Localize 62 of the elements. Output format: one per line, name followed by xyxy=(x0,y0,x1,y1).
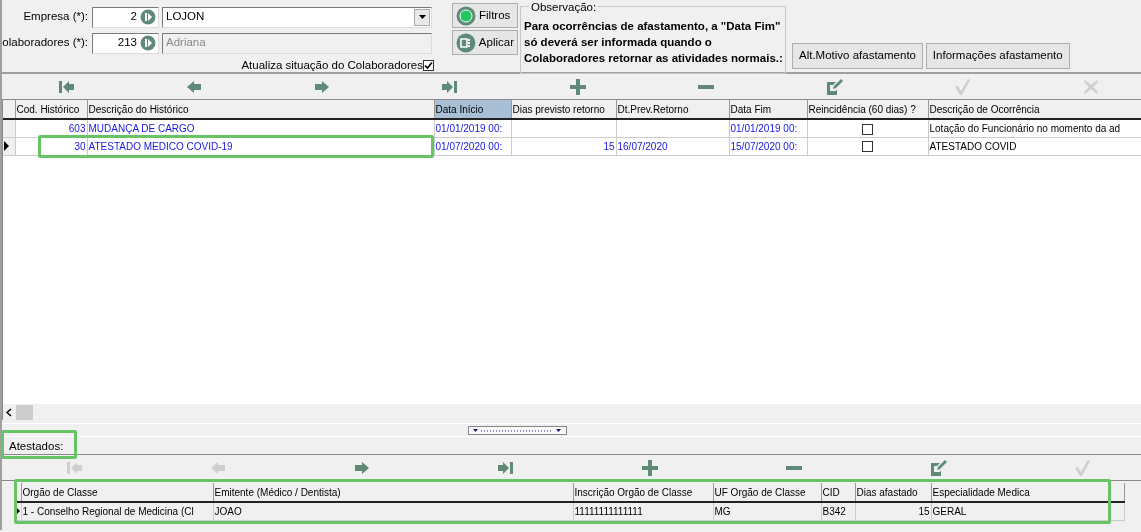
section-title: Atestados: xyxy=(9,439,64,452)
column-header[interactable]: Especialidade Medica xyxy=(931,483,1124,502)
table-cell: B342 xyxy=(821,502,855,520)
table-cell: 30 xyxy=(15,137,87,155)
table-cell: 15/07/2020 00: xyxy=(729,137,807,155)
column-header[interactable]: Emitente (Médico / Dentista) xyxy=(213,483,573,502)
column-header[interactable]: Cod. Histórico xyxy=(15,100,87,119)
checkbox[interactable] xyxy=(862,123,873,135)
column-header[interactable]: CID xyxy=(821,483,855,502)
checkbox[interactable] xyxy=(862,141,873,153)
apply-button[interactable]: Aplicar xyxy=(452,30,518,55)
scroll-left-icon[interactable] xyxy=(6,407,12,417)
table-cell: ATESTADO COVID xyxy=(928,137,1141,155)
table-cell: 15 xyxy=(511,137,616,155)
checkbox[interactable] xyxy=(423,60,434,72)
table-cell: ATESTADO MEDICO COVID-19 xyxy=(87,137,434,155)
splitter-handle[interactable] xyxy=(467,425,567,435)
column-header[interactable]: Inscrição Orgão de Classe xyxy=(573,483,713,502)
table-cell: 15 xyxy=(855,502,931,520)
lookup-icon[interactable] xyxy=(140,35,156,51)
apply-icon xyxy=(456,32,476,53)
table-cell: JOAO xyxy=(213,502,573,520)
action-button[interactable]: Informações afastamento xyxy=(925,43,1070,69)
table-cell: 11111111111111 xyxy=(573,502,713,520)
field-label: Empresa (*): xyxy=(22,9,89,25)
filter-button[interactable]: Filtros xyxy=(452,3,518,28)
column-header[interactable]: Descrição do Histórico xyxy=(87,100,434,119)
table-cell: 01/01/2019 00: xyxy=(434,119,511,137)
scrollbar-thumb[interactable] xyxy=(16,404,33,420)
table-cell: 1 - Conselho Regional de Medicina (Cl xyxy=(21,502,213,520)
panel-title: Observação: xyxy=(529,0,599,15)
edit-icon[interactable] xyxy=(825,77,844,96)
table-cell: 01/07/2020 00: xyxy=(434,137,511,155)
table-cell: 01/01/2019 00: xyxy=(729,119,807,137)
column-header[interactable]: Dt.Prev.Retorno xyxy=(616,100,729,119)
status-circle-icon xyxy=(456,5,476,26)
lookup-icon[interactable] xyxy=(140,9,156,25)
table-cell: 603 xyxy=(15,119,87,137)
field-label: olaboradores (*): xyxy=(2,35,89,51)
action-button[interactable]: Alt.Motivo afastamento xyxy=(792,43,923,69)
dropdown-button[interactable] xyxy=(414,8,430,26)
column-header[interactable]: Dias previsto retorno xyxy=(511,100,616,119)
checkbox-label: Atualiza situação do Colaboradores xyxy=(241,58,423,73)
column-header[interactable]: Orgão de Classe xyxy=(21,483,213,502)
column-header[interactable]: Data Início xyxy=(434,100,511,119)
plus-icon[interactable] xyxy=(569,77,588,96)
code-field[interactable]: 2 xyxy=(92,6,159,28)
column-header[interactable]: Dias afastado xyxy=(855,483,931,502)
table-cell: MG xyxy=(713,502,821,520)
edit-icon[interactable] xyxy=(929,458,948,477)
column-header[interactable]: Descrição de Ocorrência xyxy=(928,100,1141,119)
column-header[interactable]: Data Fim xyxy=(729,100,807,119)
column-header[interactable]: UF Orgão de Classe xyxy=(713,483,821,502)
table-cell: 16/07/2020 xyxy=(616,137,729,155)
name-field[interactable]: LOJON xyxy=(162,6,432,28)
table-cell: GERAL xyxy=(931,502,1124,520)
column-header[interactable]: Reincidência (60 dias) ? xyxy=(807,100,928,119)
table-cell: MUDANÇA DE CARGO xyxy=(87,119,434,137)
observation-text: Para ocorrências de afastamento, a "Data Fim" só deverá ser informada quando o Colaboradores retornar as atividades normais.: xyxy=(524,19,782,66)
caret-icon xyxy=(418,15,426,19)
table-cell: Lotação do Funcionário no momento da ad xyxy=(928,119,1141,137)
plus-icon[interactable] xyxy=(641,458,660,477)
